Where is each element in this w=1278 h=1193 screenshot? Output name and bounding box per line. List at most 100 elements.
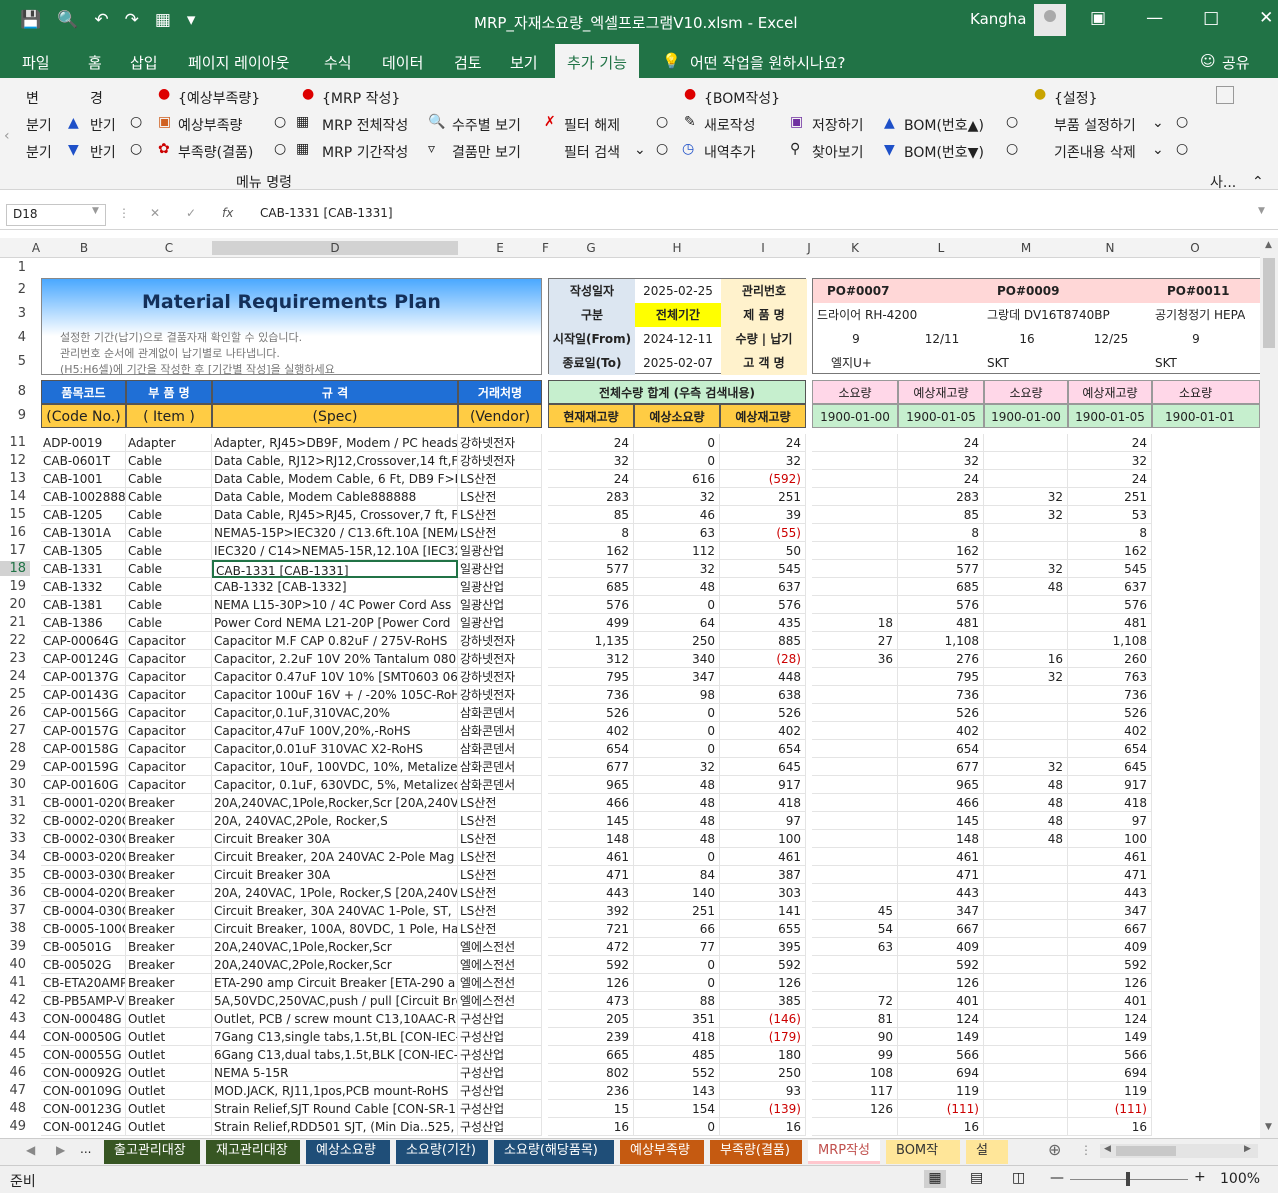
row-header[interactable]: 31 [0,795,30,810]
m-use[interactable] [984,542,1068,560]
m-use[interactable] [984,902,1068,920]
n-expected[interactable]: 97 [1068,812,1152,830]
m-use[interactable]: 16 [984,650,1068,668]
chevron-down-icon[interactable]: ⌄ [634,142,646,158]
l-expected[interactable]: 16 [898,1118,984,1136]
k-use[interactable]: 81 [812,1010,898,1028]
item-code[interactable]: CAP-00064G [41,632,126,650]
expected-use[interactable]: 48 [634,578,720,596]
m-use[interactable] [984,920,1068,938]
item-spec[interactable]: Circuit Breaker 30A [212,830,458,848]
n-expected[interactable]: (111) [1068,1100,1152,1118]
current-stock[interactable]: 24 [548,470,634,488]
tab-formulas[interactable]: 수식 [324,52,352,73]
current-stock[interactable]: 499 [548,614,634,632]
item-code[interactable]: CAB-1001 [41,470,126,488]
l-expected[interactable]: 461 [898,848,984,866]
insert-function-icon[interactable]: fx [222,206,233,220]
expected-stock[interactable]: 39 [720,506,806,524]
m-use[interactable]: 48 [984,776,1068,794]
item-spec[interactable]: 7Gang C13,single tabs,1.5t,BL [CON-IEC- [212,1028,458,1046]
k-use[interactable]: 99 [812,1046,898,1064]
item-vendor[interactable]: 강하넷전자 [458,686,542,704]
item-name[interactable]: Outlet [126,1028,212,1046]
item-code[interactable]: CAB-1205 [41,506,126,524]
k-use[interactable]: 63 [812,938,898,956]
item-vendor[interactable]: LS산전 [458,866,542,884]
k-use[interactable] [812,866,898,884]
expected-use[interactable]: 77 [634,938,720,956]
row-header[interactable]: 18 [0,561,30,576]
m-use[interactable]: 32 [984,506,1068,524]
expected-stock[interactable]: 395 [720,938,806,956]
po-number[interactable]: PO#0011 [1167,282,1229,300]
current-stock[interactable]: 162 [548,542,634,560]
add-detail-button[interactable]: 내역추가 [704,142,756,162]
l-expected[interactable]: 481 [898,614,984,632]
expected-stock[interactable]: 32 [720,452,806,470]
expected-stock[interactable]: 418 [720,794,806,812]
expected-use[interactable]: 485 [634,1046,720,1064]
current-stock[interactable]: 402 [548,722,634,740]
sheet-tab[interactable]: BOM작성 [886,1140,960,1180]
expected-use[interactable]: 552 [634,1064,720,1082]
item-spec[interactable]: 5A,50VDC,250VAC,push / pull [Circuit Bre [212,992,458,1010]
m-use[interactable] [984,884,1068,902]
quarter-button[interactable]: 분기 [26,115,52,135]
n-expected[interactable]: 1,108 [1068,632,1152,650]
l-expected[interactable]: 795 [898,668,984,686]
n-expected[interactable]: 119 [1068,1082,1152,1100]
m-use[interactable]: 48 [984,812,1068,830]
l-expected[interactable]: 8 [898,524,984,542]
row-header[interactable]: 37 [0,903,30,918]
zoom-level[interactable]: 100% [1220,1171,1260,1187]
n-expected[interactable]: 917 [1068,776,1152,794]
m-use[interactable] [984,1082,1068,1100]
zoom-slider-thumb[interactable] [1126,1172,1130,1186]
tab-view[interactable]: 보기 [510,52,538,73]
item-code[interactable]: CB-0003-020G [41,848,126,866]
item-code[interactable]: CB-PB5AMP-V [41,992,126,1010]
m-use[interactable] [984,452,1068,470]
n-expected[interactable]: 637 [1068,578,1152,596]
row-header[interactable]: 42 [0,993,30,1008]
current-stock[interactable]: 471 [548,866,634,884]
expected-stock[interactable]: 885 [720,632,806,650]
expected-stock[interactable]: 592 [720,956,806,974]
expected-use[interactable]: 340 [634,650,720,668]
row-header[interactable]: 27 [0,723,30,738]
expected-use[interactable]: 154 [634,1100,720,1118]
item-vendor[interactable]: LS산전 [458,488,542,506]
item-name[interactable]: Breaker [126,956,212,974]
scroll-thumb[interactable] [1116,1146,1176,1156]
item-spec[interactable]: 20A,240VAC,2Pole,Rocker,Scr [212,956,458,974]
scroll-right-icon[interactable]: ▶ [1244,1144,1251,1154]
expected-use[interactable]: 140 [634,884,720,902]
k-use[interactable]: 45 [812,902,898,920]
item-spec[interactable]: IEC320 / C14>NEMA5-15R,12.10A [IEC32 [212,542,458,560]
mrp-full-button[interactable]: MRP 전체작성 [322,115,408,135]
m-use[interactable]: 48 [984,794,1068,812]
bom-desc-button[interactable]: BOM(번호▼) [904,142,984,162]
expected-stock[interactable]: (179) [720,1028,806,1046]
item-code[interactable]: CAP-00156G [41,704,126,722]
n-expected[interactable]: 763 [1068,668,1152,686]
customize-qat-icon[interactable]: ▾ [187,10,196,30]
item-name[interactable]: Capacitor [126,776,212,794]
item-vendor[interactable]: 엘에스전선 [458,938,542,956]
expected-use[interactable]: 347 [634,668,720,686]
current-stock[interactable]: 392 [548,902,634,920]
row-header[interactable]: 45 [0,1047,30,1062]
item-spec[interactable]: 20A, 240VAC,2Pole, Rocker,S [212,812,458,830]
item-spec[interactable]: Data Cable, RJ45>RJ45, Crossover,7 ft, F [212,506,458,524]
expected-use[interactable]: 32 [634,488,720,506]
expected-stock[interactable]: 654 [720,740,806,758]
item-name[interactable]: Cable [126,488,212,506]
item-vendor[interactable]: 일광산업 [458,542,542,560]
item-name[interactable]: Capacitor [126,704,212,722]
m-use[interactable] [984,956,1068,974]
l-expected[interactable]: 409 [898,938,984,956]
save-icon[interactable]: 💾 [20,10,41,30]
m-use[interactable] [984,974,1068,992]
user-name[interactable]: Kangha [970,10,1027,28]
